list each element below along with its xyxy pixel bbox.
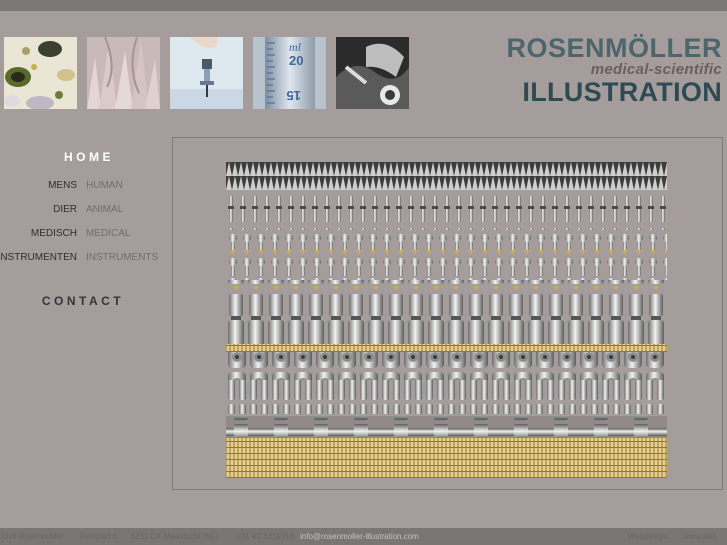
footer-name: Ove Rosenmöller	[2, 532, 64, 541]
top-bar	[0, 0, 727, 11]
illustration-cells-thumbnail[interactable]	[4, 37, 77, 109]
footer-webdesign-link[interactable]: www.sieb	[683, 528, 717, 545]
nav-item-medisch[interactable]: MEDISCH	[31, 228, 77, 239]
logo-line-rosenmoller: ROSENMÖLLER	[506, 33, 722, 63]
footer-webdesign-label: Webdesign:	[628, 532, 671, 541]
nav-item-human-en[interactable]: HUMAN	[86, 180, 123, 191]
site-logo[interactable]: ROSENMÖLLER medical-scientific ILLUSTRAT…	[506, 33, 722, 107]
footer-email-link[interactable]: info@rosenmoller-illustration.com	[300, 528, 419, 545]
nav-contact-link[interactable]: CONTACT	[0, 294, 166, 308]
illustration-syringe-scale-thumbnail[interactable]: ml 20 15	[253, 37, 326, 109]
nav-item-instruments-en[interactable]: INSTRUMENTS	[86, 252, 158, 263]
nav-item-instruments: INSTRUMENTEN INSTRUMENTS	[0, 252, 178, 266]
syringe-scale-ml: ml	[289, 40, 302, 54]
footer-bar: Ove Rosenmöller Rempart 6 6211 CX Maastr…	[0, 528, 727, 545]
footer-city: 6211 CX Maastricht (NL)	[131, 532, 219, 541]
illustration-tissue-thumbnail[interactable]	[87, 37, 160, 109]
footer-phone: +31 43 3215316	[236, 532, 295, 541]
instruments-pattern-artwork	[226, 162, 667, 478]
syringe-scale-15: 15	[287, 88, 301, 103]
logo-line-medical-scientific: medical-scientific	[590, 61, 722, 78]
nav-item-human: MENS HUMAN	[0, 180, 178, 194]
syringe-scale-20: 20	[289, 53, 303, 68]
logo-line-illustration: ILLUSTRATION	[522, 77, 722, 107]
illustration-injection-thumbnail[interactable]	[170, 37, 243, 109]
nav-item-dier[interactable]: DIER	[53, 204, 77, 215]
nav-item-medical-en[interactable]: MEDICAL	[86, 228, 130, 239]
nav-item-animal-en[interactable]: ANIMAL	[86, 204, 123, 215]
nav-item-mens[interactable]: MENS	[48, 180, 77, 191]
nav-item-instrumenten[interactable]: INSTRUMENTEN	[0, 252, 77, 263]
nav-item-animal: DIER ANIMAL	[0, 204, 178, 218]
footer-address: Rempart 6	[80, 532, 118, 541]
nav-item-medical: MEDISCH MEDICAL	[0, 228, 178, 242]
nav-home-link[interactable]: HOME	[0, 150, 178, 164]
illustration-surgery-photo-thumbnail[interactable]	[336, 37, 409, 109]
